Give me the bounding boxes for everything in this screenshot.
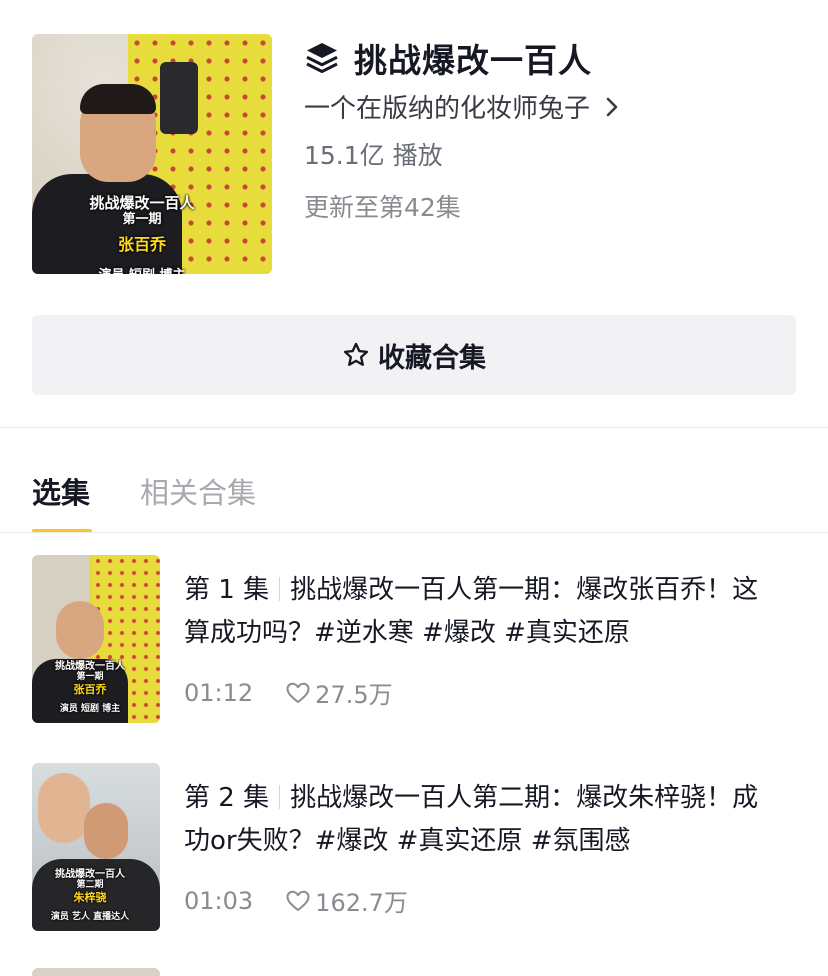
episode-like-count: 27.5万 [315, 681, 393, 709]
episode-thumbnail: 挑战爆改一百人 第一期 张百乔 演员 短剧 博主 [32, 555, 160, 723]
thumb-face [38, 773, 90, 843]
episode-item-1[interactable]: 挑战爆改一百人 第一期 张百乔 演员 短剧 博主 第 1 集挑战爆改一百人第一期… [32, 555, 796, 723]
thumb-caption-name: 朱梓骁 [73, 891, 107, 904]
episode-title-block: 第 2 集挑战爆改一百人第二期：爆改朱梓骁！成功or失败？#爆改 #真实还原 #… [184, 777, 774, 863]
favorite-label: 收藏合集 [378, 342, 486, 374]
cover-phone [160, 62, 198, 134]
tab-episodes[interactable]: 选集 [32, 470, 90, 512]
play-count: 15.1亿 播放 [304, 141, 443, 170]
tab-related-collections[interactable]: 相关合集 [140, 470, 256, 512]
stack-layers-icon [306, 43, 338, 73]
episode-separator [279, 577, 281, 601]
episode-thumbnail-partial[interactable] [32, 968, 160, 976]
episode-number: 第 2 集 [184, 783, 270, 813]
episode-meta: 01:12 27.5万 [184, 675, 393, 710]
section-divider [0, 427, 828, 428]
episode-title: 挑战爆改一百人第一期：爆改张百乔！这算成功吗？#逆水寒 #爆改 #真实还原 [184, 575, 759, 648]
author-link[interactable]: 一个在版纳的化妆师兔子 [304, 88, 620, 125]
thumb-caption-name: 张百乔 [73, 683, 107, 696]
episode-duration: 01:12 [184, 678, 254, 707]
chevron-right-icon [606, 97, 618, 116]
cover-hair [80, 84, 156, 114]
favorite-collection-button[interactable]: 收藏合集 [32, 315, 796, 395]
episode-duration: 01:03 [184, 886, 254, 915]
episode-title: 挑战爆改一百人第二期：爆改朱梓骁！成功or失败？#爆改 #真实还原 #氛围感 [184, 783, 759, 856]
cover-caption-issue: 第一期 [122, 212, 162, 227]
thumb-caption-role: 演员 艺人 直播达人 [50, 912, 130, 922]
episode-title-block: 第 1 集挑战爆改一百人第一期：爆改张百乔！这算成功吗？#逆水寒 #爆改 #真实… [184, 569, 774, 655]
collection-title: 挑战爆改一百人 [354, 41, 592, 80]
episode-thumbnail: 挑战爆改一百人 第二期 朱梓骁 演员 艺人 直播达人 [32, 763, 160, 931]
tabs-divider [0, 532, 828, 533]
episode-meta: 01:03 162.7万 [184, 883, 408, 918]
episode-likes: 162.7万 [285, 883, 408, 918]
author-name: 一个在版纳的化妆师兔子 [304, 94, 591, 124]
collection-title-row: 挑战爆改一百人 [304, 34, 592, 82]
heart-outline-icon [286, 682, 310, 703]
episode-item-2[interactable]: 挑战爆改一百人 第二期 朱梓骁 演员 艺人 直播达人 第 2 集挑战爆改一百人第… [32, 763, 796, 931]
collection-cover[interactable]: 挑战爆改一百人 第一期 张百乔 演员 短剧 博主 [32, 34, 272, 274]
cover-caption-name: 张百乔 [117, 235, 166, 254]
star-outline-icon [343, 342, 369, 366]
thumb-caption-role: 演员 短剧 博主 [59, 704, 121, 714]
episode-like-count: 162.7万 [315, 889, 408, 917]
heart-outline-icon [286, 890, 310, 911]
episode-separator [279, 785, 281, 809]
update-status: 更新至第42集 [304, 193, 461, 222]
thumb-face [56, 601, 104, 659]
thumb-face-second [84, 803, 128, 859]
cover-caption-role: 演员 短剧 博主 [32, 264, 252, 274]
episode-likes: 27.5万 [285, 675, 393, 710]
episode-number: 第 1 集 [184, 575, 270, 605]
